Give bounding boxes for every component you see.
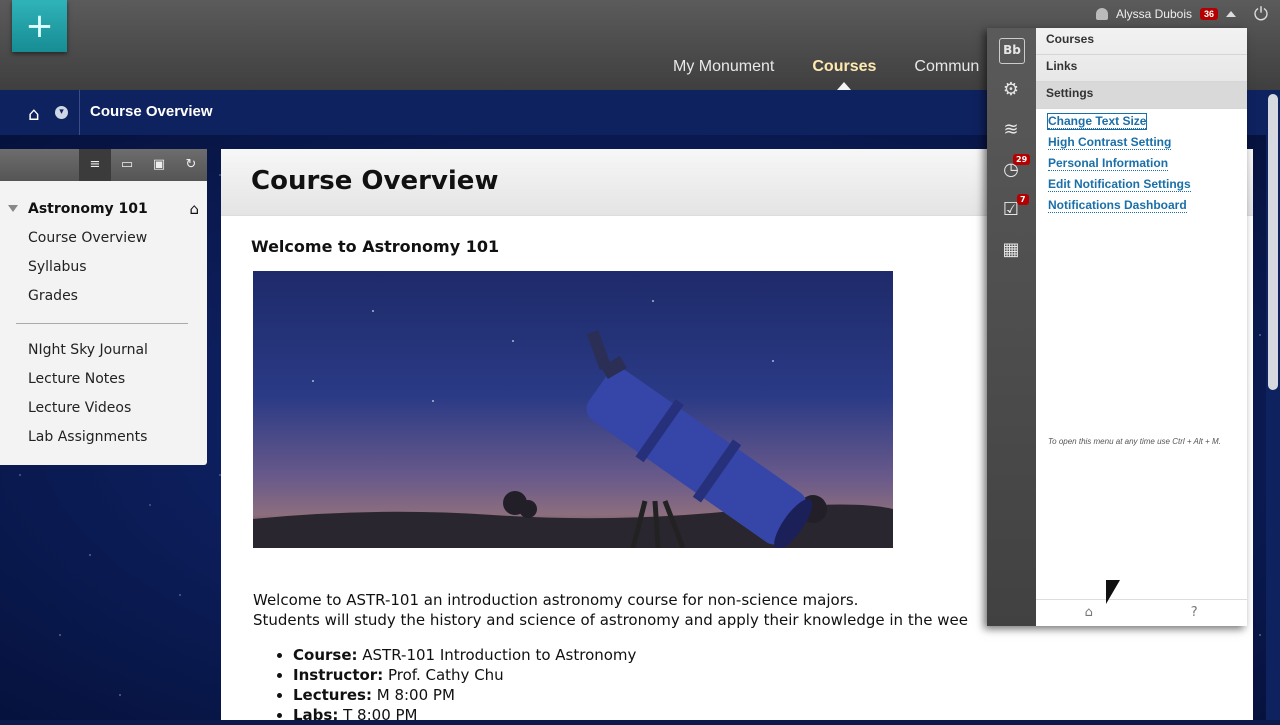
intro-line-2: Students will study the history and scie… — [253, 611, 968, 629]
course-title-row[interactable]: Astronomy 101 ⌂ — [8, 200, 201, 221]
main-tabs: My Monument Courses Commun — [673, 58, 979, 90]
course-menu-links-secondary: NIght Sky Journal Lecture Notes Lecture … — [28, 341, 148, 457]
link-notifications-dashboard[interactable]: Notifications Dashboard — [1048, 198, 1187, 213]
help-button[interactable]: ? — [1142, 600, 1248, 626]
tab-courses[interactable]: Courses — [812, 58, 876, 90]
detail-lectures: Lectures: M 8:00 PM — [293, 685, 636, 705]
breadcrumb-current: Course Overview — [90, 103, 213, 120]
detail-value: T 8:00 PM — [338, 706, 418, 724]
detail-value: M 8:00 PM — [371, 686, 455, 704]
list-view-icon[interactable]: ≡ — [79, 149, 111, 181]
link-edit-notification-settings[interactable]: Edit Notification Settings — [1048, 177, 1191, 192]
course-menu-links: Course Overview Syllabus Grades — [28, 229, 147, 316]
menu-item-lab-assignments[interactable]: Lab Assignments — [28, 428, 148, 457]
course-name[interactable]: Astronomy 101 — [28, 201, 148, 217]
menu-item-night-sky-journal[interactable]: NIght Sky Journal — [28, 341, 148, 370]
user-menu[interactable]: Alyssa Dubois 36 — [1095, 5, 1236, 23]
course-menu-toolbar: ≡ ▭ ▣ ↻ — [0, 149, 207, 181]
updates-icon[interactable]: ≋ — [999, 118, 1023, 142]
detail-course: Course: ASTR-101 Introduction to Astrono… — [293, 645, 636, 665]
menu-item-syllabus[interactable]: Syllabus — [28, 258, 147, 287]
global-menu-nav: Courses Links Settings — [1036, 28, 1247, 109]
link-personal-information[interactable]: Personal Information — [1048, 156, 1169, 171]
menu-item-grades[interactable]: Grades — [28, 287, 147, 316]
detail-instructor: Instructor: Prof. Cathy Chu — [293, 665, 636, 685]
detail-label: Lectures: — [293, 686, 372, 704]
collapse-triangle-icon[interactable] — [8, 205, 18, 212]
logout-power-icon[interactable]: ⏻ — [1250, 4, 1272, 26]
menu-item-course-overview[interactable]: Course Overview — [28, 229, 147, 258]
page-title: Course Overview — [251, 166, 499, 196]
tools-icon[interactable]: ⚙ — [999, 78, 1023, 102]
institution-home-icon[interactable]: ⌂ — [1036, 600, 1142, 626]
user-icon — [1095, 8, 1108, 20]
intro-line-1: Welcome to ASTR-101 an introduction astr… — [253, 591, 859, 609]
notification-badge: 36 — [1199, 8, 1218, 20]
breadcrumb-menu-icon[interactable]: ▾ — [55, 106, 68, 119]
detail-value: ASTR-101 Introduction to Astronomy — [357, 646, 637, 664]
refresh-icon[interactable]: ↻ — [175, 149, 207, 181]
menu-item-lecture-videos[interactable]: Lecture Videos — [28, 399, 148, 428]
global-menu-main: Courses Links Settings Change Text Size … — [1036, 28, 1247, 626]
menu-divider — [16, 323, 188, 324]
global-menu-footer: ⌂ ? — [1036, 599, 1247, 626]
settings-links: Change Text Size High Contrast Setting P… — [1046, 113, 1191, 219]
global-nav-courses[interactable]: Courses — [1036, 28, 1247, 55]
create-button[interactable]: + — [12, 0, 67, 52]
global-nav-settings[interactable]: Settings — [1036, 82, 1247, 109]
welcome-heading: Welcome to Astronomy 101 — [251, 237, 500, 256]
detail-labs: Labs: T 8:00 PM — [293, 705, 636, 725]
user-name: Alyssa Dubois — [1115, 7, 1192, 21]
tab-my-monument[interactable]: My Monument — [673, 58, 774, 76]
intro-text: Welcome to ASTR-101 an introduction astr… — [253, 590, 968, 630]
tab-community[interactable]: Commun — [914, 58, 979, 76]
mouse-cursor — [1106, 580, 1120, 604]
breadcrumb-divider — [79, 90, 80, 135]
course-menu: ≡ ▭ ▣ ↻ Astronomy 101 ⌂ Course Overview … — [0, 149, 207, 465]
detail-label: Labs: — [293, 706, 339, 724]
blackboard-logo-icon[interactable]: Bb — [999, 38, 1025, 64]
link-change-text-size[interactable]: Change Text Size — [1046, 113, 1148, 130]
telescope-illustration — [253, 300, 893, 548]
folder-view-icon[interactable]: ▭ — [111, 149, 143, 181]
course-details-list: Course: ASTR-101 Introduction to Astrono… — [273, 645, 636, 725]
global-navigation-menu: Bb ⚙ ≋ ◷ 29 ☑ 7 ▦ Courses Links Settings… — [987, 28, 1247, 626]
caret-up-icon[interactable] — [1226, 11, 1236, 17]
link-high-contrast-setting[interactable]: High Contrast Setting — [1048, 135, 1172, 150]
keyboard-shortcut-hint: To open this menu at any time use Ctrl +… — [1048, 437, 1221, 446]
new-window-icon[interactable]: ▣ — [143, 149, 175, 181]
detail-label: Course: — [293, 646, 358, 664]
course-home-icon[interactable]: ⌂ — [189, 200, 199, 218]
home-icon[interactable]: ⌂ — [28, 104, 48, 125]
detail-label: Instructor: — [293, 666, 384, 684]
due-dates-badge: 29 — [1013, 154, 1031, 165]
tasks-badge: 7 — [1017, 194, 1029, 205]
global-menu-iconbar: Bb ⚙ ≋ ◷ 29 ☑ 7 ▦ — [987, 28, 1036, 626]
global-nav-links[interactable]: Links — [1036, 55, 1247, 82]
detail-value: Prof. Cathy Chu — [383, 666, 504, 684]
telescope-banner-image — [253, 271, 893, 548]
calendar-icon[interactable]: ▦ — [999, 238, 1023, 262]
menu-item-lecture-notes[interactable]: Lecture Notes — [28, 370, 148, 399]
scrollbar-thumb[interactable] — [1268, 94, 1278, 390]
